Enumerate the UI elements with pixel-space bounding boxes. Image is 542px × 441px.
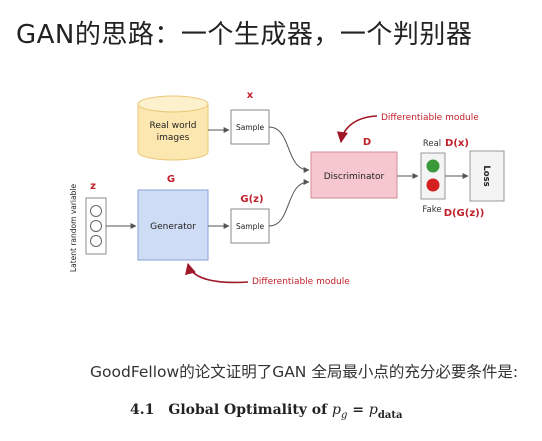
red-light-icon [426, 178, 440, 192]
sample-top-label: Sample [236, 123, 265, 132]
math-data: data [377, 409, 403, 421]
gan-diagram: Real world images x Sample z Latent rand… [69, 90, 505, 287]
images-label-line1: Real world [149, 121, 196, 131]
dx-label: D(x) [445, 138, 469, 149]
sample-bottom-label: Sample [236, 222, 265, 231]
z-label: z [90, 181, 96, 192]
latent-node-2 [90, 220, 102, 232]
diff-module-bottom-label: Differentiable module [252, 277, 350, 287]
arrow-sample-bottom-discriminator [268, 179, 310, 227]
arrow-diff-module-top [336, 115, 378, 144]
real-label: Real [423, 139, 441, 149]
diff-module-top-label: Differentiable module [381, 113, 479, 123]
dgz-label: D(G(z)) [444, 208, 485, 219]
generator-label: Generator [150, 222, 196, 232]
math-p2: p [368, 402, 378, 418]
real-world-images-cylinder: Real world images [137, 95, 209, 161]
x-label: x [247, 90, 254, 101]
section-text: Global Optimality of [168, 402, 328, 418]
loss-label: Loss [481, 165, 491, 186]
math-eq: = [347, 402, 369, 418]
section-heading: 4.1 Global Optimality of pg = pdata [130, 402, 402, 421]
g-label: G [167, 174, 175, 185]
latent-random-variable-label: Latent random variable [69, 184, 78, 273]
latent-node-1 [90, 205, 102, 217]
latent-node-3 [90, 235, 102, 247]
caption: GoodFellow的论文证明了GAN 全局最小点的充分必要条件是: [90, 363, 519, 381]
gz-label: G(z) [240, 194, 263, 205]
arrow-diff-module-bottom [185, 262, 249, 284]
math-p: p [332, 402, 341, 418]
discriminator-label: Discriminator [324, 172, 385, 182]
arrow-sample-top-discriminator [268, 126, 310, 173]
fake-label: Fake [422, 205, 441, 215]
section-number: 4.1 [130, 402, 155, 418]
images-label-line2: images [157, 133, 190, 143]
green-light-icon [426, 159, 440, 173]
d-label: D [363, 137, 371, 148]
